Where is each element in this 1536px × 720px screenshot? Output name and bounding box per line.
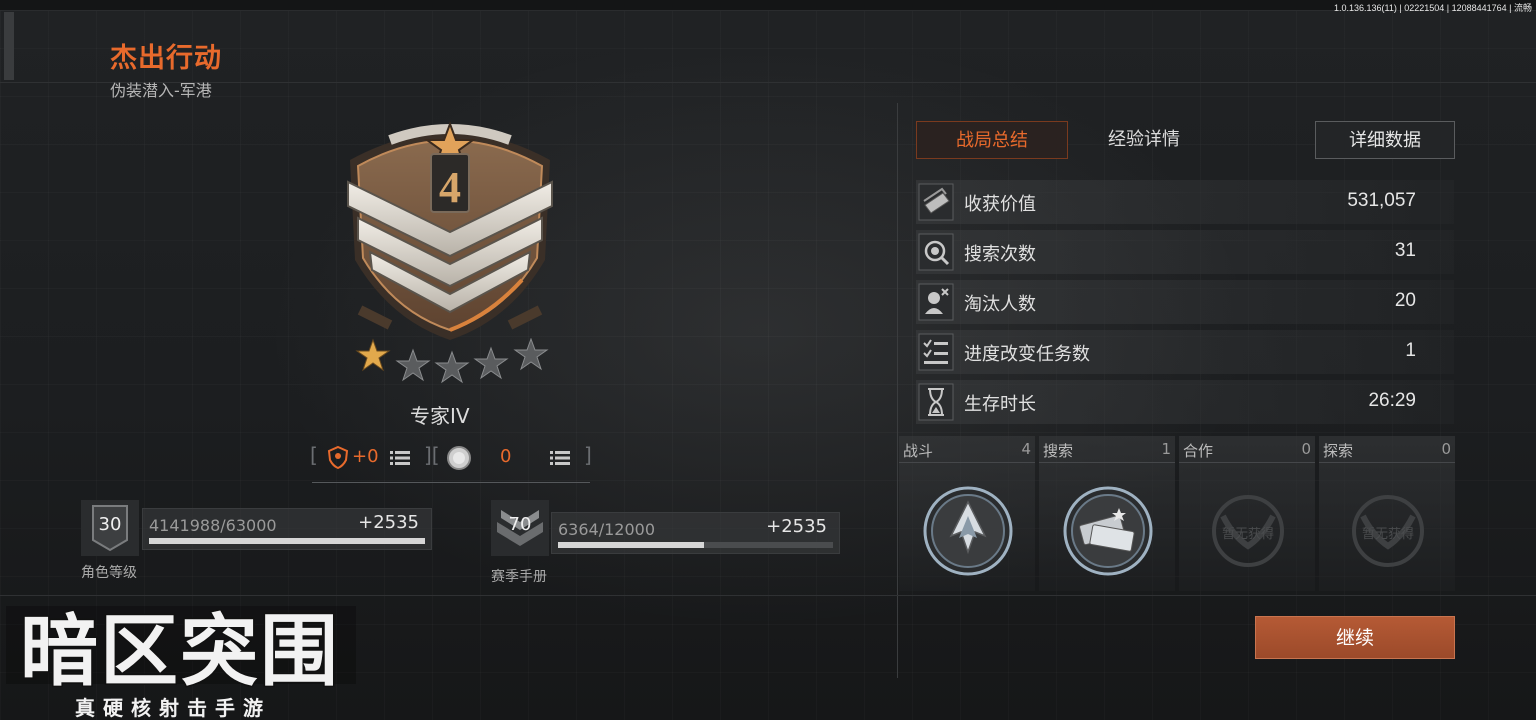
logo-subtitle: 真硬核射击手游 — [75, 696, 271, 720]
category-count: 4 — [1021, 440, 1031, 458]
rank-points-value: +0 — [352, 446, 379, 467]
stat-label: 搜索次数 — [964, 244, 1036, 265]
character-xp-track — [149, 538, 425, 544]
character-xp-text: 4141988/63000 — [149, 516, 277, 535]
version-text: 1.0.136.136(11) | 02221504 | 12088441764… — [1333, 3, 1532, 13]
stat-label: 淘汰人数 — [964, 294, 1036, 315]
category-name: 战斗 — [903, 442, 934, 460]
stat-value: 1 — [1405, 340, 1416, 361]
stat-label: 进度改变任务数 — [964, 344, 1090, 365]
money-icon — [918, 183, 954, 221]
list-icon[interactable] — [390, 450, 410, 466]
coin-icon — [447, 446, 471, 470]
rank-points-icon — [327, 445, 349, 469]
category-count: 0 — [1301, 440, 1311, 458]
combat-medal-icon — [923, 486, 1013, 576]
category-divider — [1039, 462, 1175, 463]
season-level-caption: 赛季手册 — [491, 569, 547, 585]
reward-divider — [312, 482, 590, 483]
detail-data-button[interactable]: 详细数据 — [1315, 121, 1455, 159]
bottom-divider — [0, 595, 1536, 596]
character-xp-bar: 4141988/63000 +2535 — [142, 508, 432, 550]
stat-row: 淘汰人数 20 — [916, 280, 1454, 324]
stat-value: 20 — [1394, 290, 1416, 311]
task-list-icon — [918, 333, 954, 371]
season-level-badge: 70 — [491, 500, 549, 556]
category-cooperation[interactable]: 合作 0 暂无获得 — [1179, 436, 1315, 591]
category-count: 1 — [1161, 440, 1171, 458]
rank-name: 专家IV — [410, 404, 470, 428]
logo-title: 暗区突围 — [20, 607, 340, 697]
no-medal-text: 暂无获得 — [1362, 526, 1414, 542]
star-empty-icon — [434, 350, 470, 384]
rank-badge-icon: 4 — [347, 121, 553, 340]
stat-row: 收获价值 531,057 — [916, 180, 1454, 224]
tab-summary[interactable]: 战局总结 — [916, 121, 1068, 159]
star-empty-icon — [395, 348, 431, 382]
bracket-open: [ — [310, 443, 318, 467]
badge-number: 4 — [439, 163, 461, 212]
empty-medal-icon: 暂无获得 — [1352, 495, 1424, 567]
season-level: 70 — [508, 514, 532, 535]
rank-stars — [355, 338, 549, 384]
stat-value: 31 — [1394, 240, 1416, 261]
stat-row: 生存时长 26:29 — [916, 380, 1454, 424]
category-divider — [899, 462, 1035, 463]
category-name: 合作 — [1183, 442, 1214, 460]
continue-button[interactable]: 继续 — [1255, 616, 1455, 659]
season-xp-gain: +2535 — [766, 516, 827, 537]
character-xp-fill — [149, 538, 425, 544]
season-xp-bar: 6364/12000 +2535 — [551, 512, 840, 554]
character-level-caption: 角色等级 — [81, 565, 137, 581]
character-level: 30 — [98, 514, 122, 535]
bracket-close: ] — [584, 443, 592, 467]
stat-row: 进度改变任务数 1 — [916, 330, 1454, 374]
map-subtitle: 伪装潜入-军港 — [110, 81, 212, 100]
results-screen: 1.0.136.136(11) | 02221504 | 12088441764… — [0, 0, 1536, 720]
stat-label: 收获价值 — [964, 194, 1036, 215]
category-name: 搜索 — [1043, 442, 1074, 460]
season-xp-track — [558, 542, 833, 548]
season-xp-text: 6364/12000 — [558, 520, 656, 539]
panel-divider — [897, 103, 898, 678]
top-bar — [0, 0, 1536, 11]
list-icon[interactable] — [550, 450, 570, 466]
category-divider — [1179, 462, 1315, 463]
category-combat[interactable]: 战斗 4 — [899, 436, 1035, 591]
search-icon — [918, 233, 954, 271]
star-empty-icon — [473, 346, 509, 380]
season-xp-fill — [558, 542, 704, 548]
category-count: 0 — [1441, 440, 1451, 458]
category-divider — [1319, 462, 1455, 463]
search-medal-icon — [1063, 486, 1153, 576]
elimination-icon — [918, 283, 954, 321]
stat-value: 26:29 — [1368, 390, 1416, 411]
bracket-mid: ][ — [424, 443, 440, 467]
category-search[interactable]: 搜索 1 — [1039, 436, 1175, 591]
coin-value: 0 — [500, 446, 512, 467]
character-xp-gain: +2535 — [358, 512, 419, 533]
stat-row: 搜索次数 31 — [916, 230, 1454, 274]
rank-reward-row: [ +0 ][ 0 ] — [310, 443, 600, 473]
category-exploration[interactable]: 探索 0 暂无获得 — [1319, 436, 1455, 591]
top-left-marker — [4, 12, 14, 80]
page-title: 杰出行动 — [110, 43, 222, 74]
stat-value: 531,057 — [1347, 190, 1416, 211]
hourglass-icon — [918, 383, 954, 421]
header-divider — [0, 82, 1536, 83]
no-medal-text: 暂无获得 — [1222, 526, 1274, 542]
empty-medal-icon: 暂无获得 — [1212, 495, 1284, 567]
character-level-badge: 30 — [81, 500, 139, 556]
category-name: 探索 — [1323, 442, 1354, 460]
star-empty-icon — [513, 338, 549, 371]
tab-experience[interactable]: 经验详情 — [1072, 121, 1216, 159]
stat-label: 生存时长 — [964, 394, 1036, 415]
star-filled-icon — [355, 338, 391, 372]
